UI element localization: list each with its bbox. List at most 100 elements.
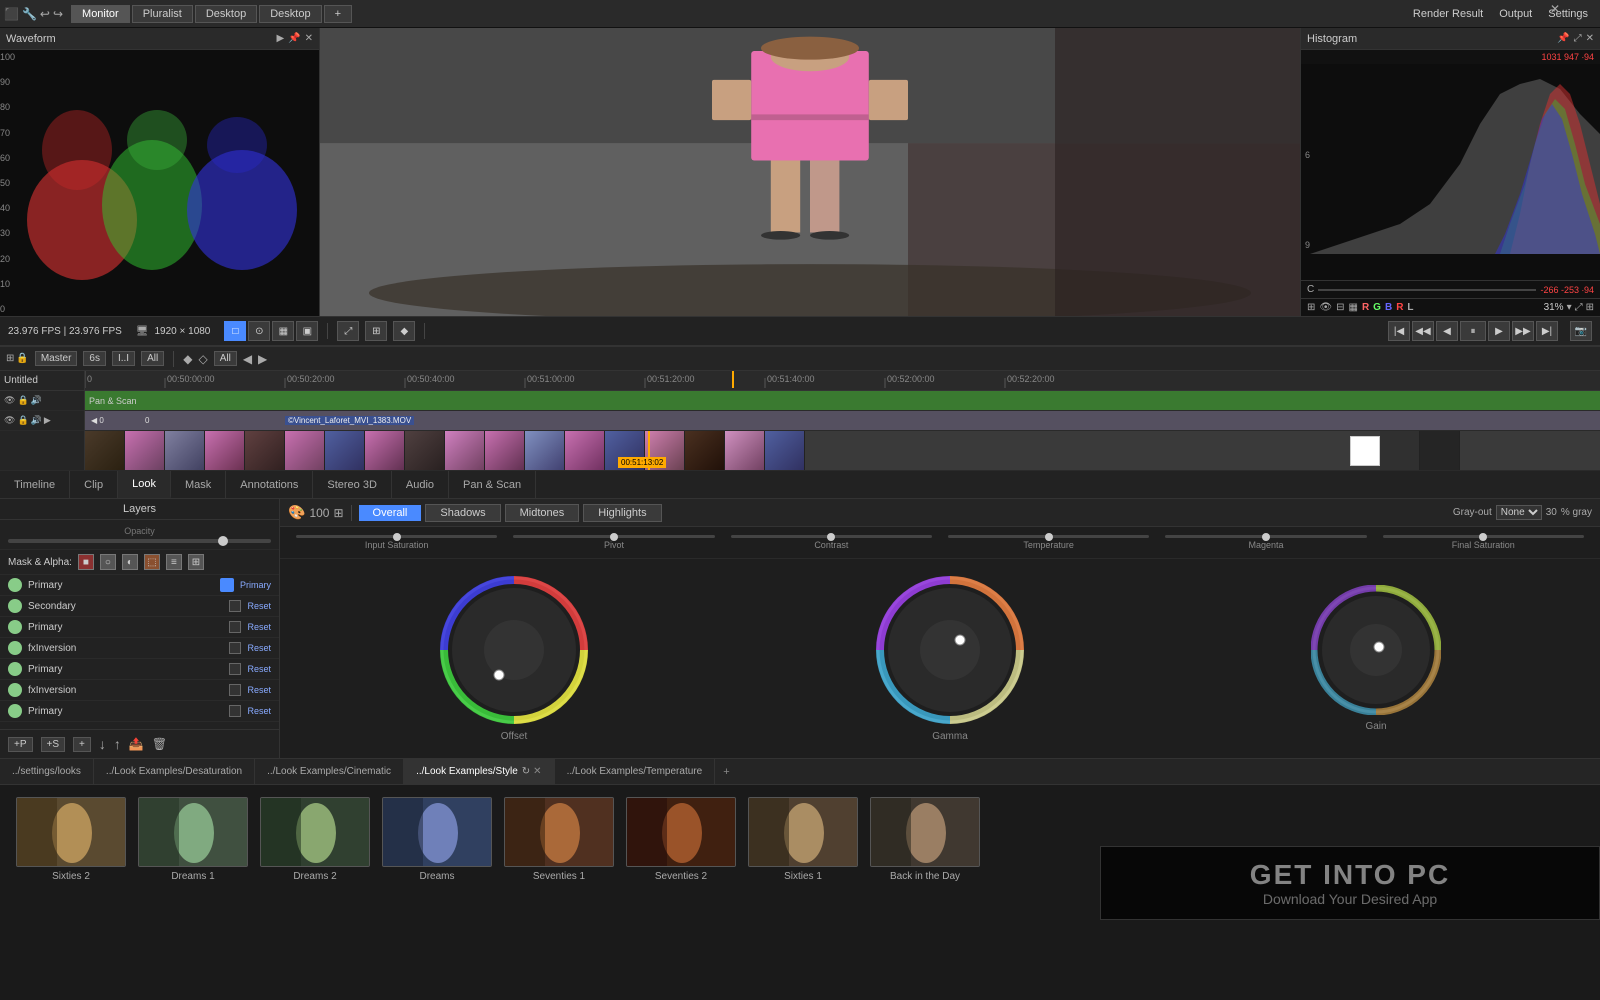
prev-marker-btn[interactable]: ◀ bbox=[243, 352, 252, 366]
mode-midtones-btn[interactable]: Midtones bbox=[505, 504, 580, 522]
color-mode-icon-2[interactable]: 100 bbox=[309, 506, 329, 520]
slider-track-0[interactable] bbox=[296, 535, 497, 538]
look-tab-0[interactable]: ../settings/looks bbox=[0, 759, 94, 784]
step-back-btn[interactable]: ◀ bbox=[1436, 321, 1458, 341]
look-tab-3[interactable]: ../Look Examples/Style ↻ ✕ bbox=[404, 759, 555, 784]
layer-check-5[interactable] bbox=[229, 684, 241, 696]
mask-icon-5[interactable]: ≡ bbox=[166, 554, 182, 570]
layer-eye-0[interactable] bbox=[8, 578, 22, 592]
add-secondary-btn[interactable]: +S bbox=[41, 737, 66, 752]
tab-look[interactable]: Look bbox=[118, 471, 171, 498]
go-start-btn[interactable]: |◀ bbox=[1388, 321, 1410, 341]
look-refresh-icon[interactable]: ↻ bbox=[522, 766, 530, 777]
zoom-btn[interactable]: ⤢ bbox=[337, 321, 359, 341]
look-thumb-7[interactable]: Back in the Day GET INTO PC Download You… bbox=[870, 797, 980, 882]
ch-L[interactable]: L bbox=[1407, 302, 1413, 313]
layer-eye-5[interactable] bbox=[8, 683, 22, 697]
layer-reset-0[interactable]: Primary bbox=[240, 580, 271, 590]
wheel-gamma-svg[interactable] bbox=[875, 575, 1025, 725]
icon-2[interactable]: 🔧 bbox=[22, 7, 37, 21]
layer-reset-6[interactable]: Reset bbox=[247, 706, 271, 716]
layer-eye-6[interactable] bbox=[8, 704, 22, 718]
diamond-icon[interactable]: ◆ bbox=[183, 352, 192, 366]
il-btn[interactable]: I..I bbox=[112, 351, 135, 366]
look-tab-4[interactable]: ../Look Examples/Temperature bbox=[555, 759, 716, 784]
camera-btn[interactable]: 📷 bbox=[1570, 321, 1592, 341]
track-icon-a[interactable]: ⊞ bbox=[6, 353, 14, 364]
look-thumb-1[interactable]: Dreams 1 bbox=[138, 797, 248, 882]
track-clip-content[interactable]: ◀ 0 0 ©Vincent_Laforet_MVI_1383.MOV bbox=[85, 411, 1600, 431]
track-eye-2[interactable]: 👁 bbox=[4, 415, 15, 426]
slider-thumb-4[interactable] bbox=[1262, 533, 1270, 541]
gray-out-select[interactable]: None bbox=[1496, 505, 1542, 520]
layer-reset-1[interactable]: Reset bbox=[247, 601, 271, 611]
layer-check-6[interactable] bbox=[229, 705, 241, 717]
ch-R[interactable]: R bbox=[1362, 302, 1369, 313]
grid-icon[interactable]: ⊟ bbox=[1336, 302, 1344, 313]
tab-timeline[interactable]: Timeline bbox=[0, 471, 70, 498]
tab-add[interactable]: + bbox=[324, 5, 352, 23]
ch-R2[interactable]: R bbox=[1396, 302, 1403, 313]
layer-move-down[interactable]: ↓ bbox=[99, 736, 106, 752]
look-thumb-6[interactable]: Sixties 1 bbox=[748, 797, 858, 882]
6s-btn[interactable]: 6s bbox=[83, 351, 106, 366]
look-thumb-5[interactable]: Seventies 2 bbox=[626, 797, 736, 882]
track-type[interactable]: ▶ bbox=[44, 415, 51, 426]
layer-reset-5[interactable]: Reset bbox=[247, 685, 271, 695]
mode-shadows-btn[interactable]: Shadows bbox=[425, 504, 500, 522]
layer-trash[interactable]: 🗑 bbox=[152, 737, 167, 751]
wheel-offset-svg[interactable] bbox=[439, 575, 589, 725]
layer-reset-4[interactable]: Reset bbox=[247, 664, 271, 674]
wheel-gain-svg[interactable] bbox=[1311, 585, 1441, 715]
zoom-icon2[interactable]: ⊞ bbox=[1586, 302, 1594, 313]
track-lock[interactable]: 🔒 bbox=[17, 395, 28, 406]
hist-expand-icon[interactable]: ⤢ bbox=[1574, 33, 1582, 44]
play-pause-btn[interactable]: ⏸ bbox=[1460, 321, 1486, 341]
icon-4[interactable]: ↪ bbox=[53, 7, 63, 21]
opacity-track[interactable] bbox=[8, 539, 271, 543]
opacity-thumb[interactable] bbox=[218, 536, 228, 546]
compare-btn[interactable]: ⊞ bbox=[365, 321, 387, 341]
look-tab-2[interactable]: ../Look Examples/Cinematic bbox=[255, 759, 404, 784]
mode-highlights-btn[interactable]: Highlights bbox=[583, 504, 661, 522]
track-audio[interactable]: 🔊 bbox=[31, 395, 42, 406]
tab-desktop-2[interactable]: Desktop bbox=[259, 5, 321, 23]
mask-icon-4[interactable]: ⬚ bbox=[144, 554, 160, 570]
track-icon-b[interactable]: 🔒 bbox=[16, 353, 28, 364]
track-lock-2[interactable]: 🔒 bbox=[17, 415, 28, 426]
mask-icon-6[interactable]: ⊞ bbox=[188, 554, 204, 570]
slider-track-1[interactable] bbox=[513, 535, 714, 538]
look-thumb-3[interactable]: Dreams bbox=[382, 797, 492, 882]
layer-check-2[interactable] bbox=[229, 621, 241, 633]
hist-icon2[interactable]: ▦ bbox=[1348, 302, 1357, 313]
view-mode-1[interactable]: □ bbox=[224, 321, 246, 341]
color-mode-icon-1[interactable]: 🎨 bbox=[288, 504, 305, 521]
diamond-icon2[interactable]: ◇ bbox=[198, 352, 207, 366]
layer-reset-2[interactable]: Reset bbox=[247, 622, 271, 632]
tab-pluralist[interactable]: Pluralist bbox=[132, 5, 193, 23]
track-speaker[interactable]: 🔊 bbox=[31, 415, 42, 426]
slider-thumb-0[interactable] bbox=[393, 533, 401, 541]
waveform-close-icon[interactable]: ✕ bbox=[305, 33, 313, 44]
master-dropdown[interactable]: Master bbox=[35, 351, 78, 366]
waveform-pin-icon[interactable]: 📌 bbox=[288, 33, 300, 44]
prev-btn[interactable]: ◀◀ bbox=[1412, 321, 1434, 341]
slider-thumb-2[interactable] bbox=[827, 533, 835, 541]
slider-track-2[interactable] bbox=[731, 535, 932, 538]
tab-clip[interactable]: Clip bbox=[70, 471, 118, 498]
look-thumb-4[interactable]: Seventies 1 bbox=[504, 797, 614, 882]
look-thumb-2[interactable]: Dreams 2 bbox=[260, 797, 370, 882]
tab-audio[interactable]: Audio bbox=[392, 471, 449, 498]
track-eye[interactable]: 👁 bbox=[4, 395, 15, 406]
color-mode-icon-3[interactable]: ⊞ bbox=[333, 506, 343, 520]
scope-icon[interactable]: ⊞ bbox=[1307, 302, 1315, 313]
next-marker-btn[interactable]: ▶ bbox=[258, 352, 267, 366]
slider-thumb-1[interactable] bbox=[610, 533, 618, 541]
mask-icon-1[interactable]: ■ bbox=[78, 554, 94, 570]
layer-reset-3[interactable]: Reset bbox=[247, 643, 271, 653]
mark-btn[interactable]: ◆ bbox=[393, 321, 415, 341]
ch-G[interactable]: G bbox=[1373, 302, 1381, 313]
icon-1[interactable]: ⬛ bbox=[4, 7, 19, 21]
view-mode-3[interactable]: ▦ bbox=[272, 321, 294, 341]
tab-monitor[interactable]: Monitor bbox=[71, 5, 130, 23]
